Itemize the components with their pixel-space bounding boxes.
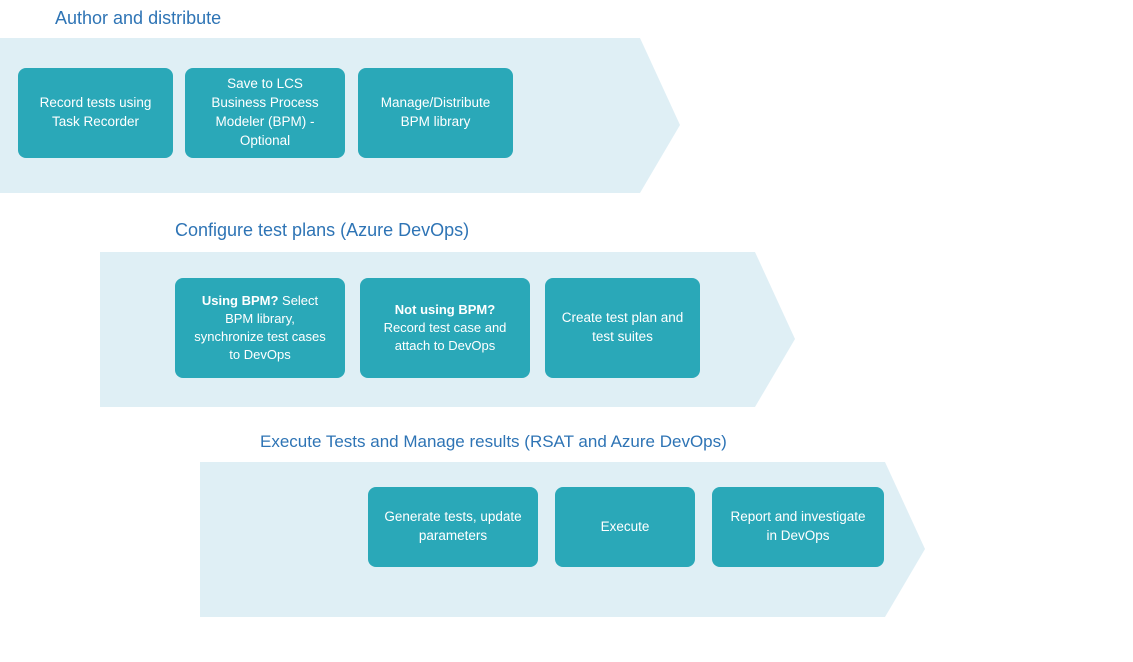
box-generate-tests-text: Generate tests, update parameters — [382, 508, 524, 546]
box-execute: Execute — [555, 487, 695, 567]
box-save-lcs: Save to LCS Business Process Modeler (BP… — [185, 68, 345, 158]
diagram-container: Author and distribute Configure test pla… — [0, 0, 1133, 662]
box-not-using-bpm-bold: Not using BPM? — [395, 302, 495, 317]
box-not-using-bpm: Not using BPM? Record test case and atta… — [360, 278, 530, 378]
section-label-configure: Configure test plans (Azure DevOps) — [175, 220, 469, 241]
box-using-bpm-bold: Using BPM? — [202, 293, 279, 308]
box-manage-distribute-text: Manage/Distribute BPM library — [372, 94, 499, 132]
box-record-tests-text: Record tests using Task Recorder — [32, 94, 159, 132]
box-create-test-plan: Create test plan and test suites — [545, 278, 700, 378]
box-record-tests: Record tests using Task Recorder — [18, 68, 173, 158]
box-report-investigate-text: Report and investigate in DevOps — [726, 508, 870, 546]
section-label-execute: Execute Tests and Manage results (RSAT a… — [260, 432, 727, 452]
box-using-bpm: Using BPM? Select BPM library, synchroni… — [175, 278, 345, 378]
box-execute-text: Execute — [601, 518, 650, 537]
box-manage-distribute: Manage/Distribute BPM library — [358, 68, 513, 158]
box-using-bpm-text: Using BPM? Select BPM library, synchroni… — [189, 292, 331, 365]
box-create-test-plan-text: Create test plan and test suites — [559, 309, 686, 347]
section-label-author: Author and distribute — [55, 8, 221, 29]
box-not-using-bpm-text: Not using BPM? Record test case and atta… — [374, 301, 516, 356]
box-report-investigate: Report and investigate in DevOps — [712, 487, 884, 567]
box-generate-tests: Generate tests, update parameters — [368, 487, 538, 567]
box-save-lcs-text: Save to LCS Business Process Modeler (BP… — [199, 75, 331, 151]
